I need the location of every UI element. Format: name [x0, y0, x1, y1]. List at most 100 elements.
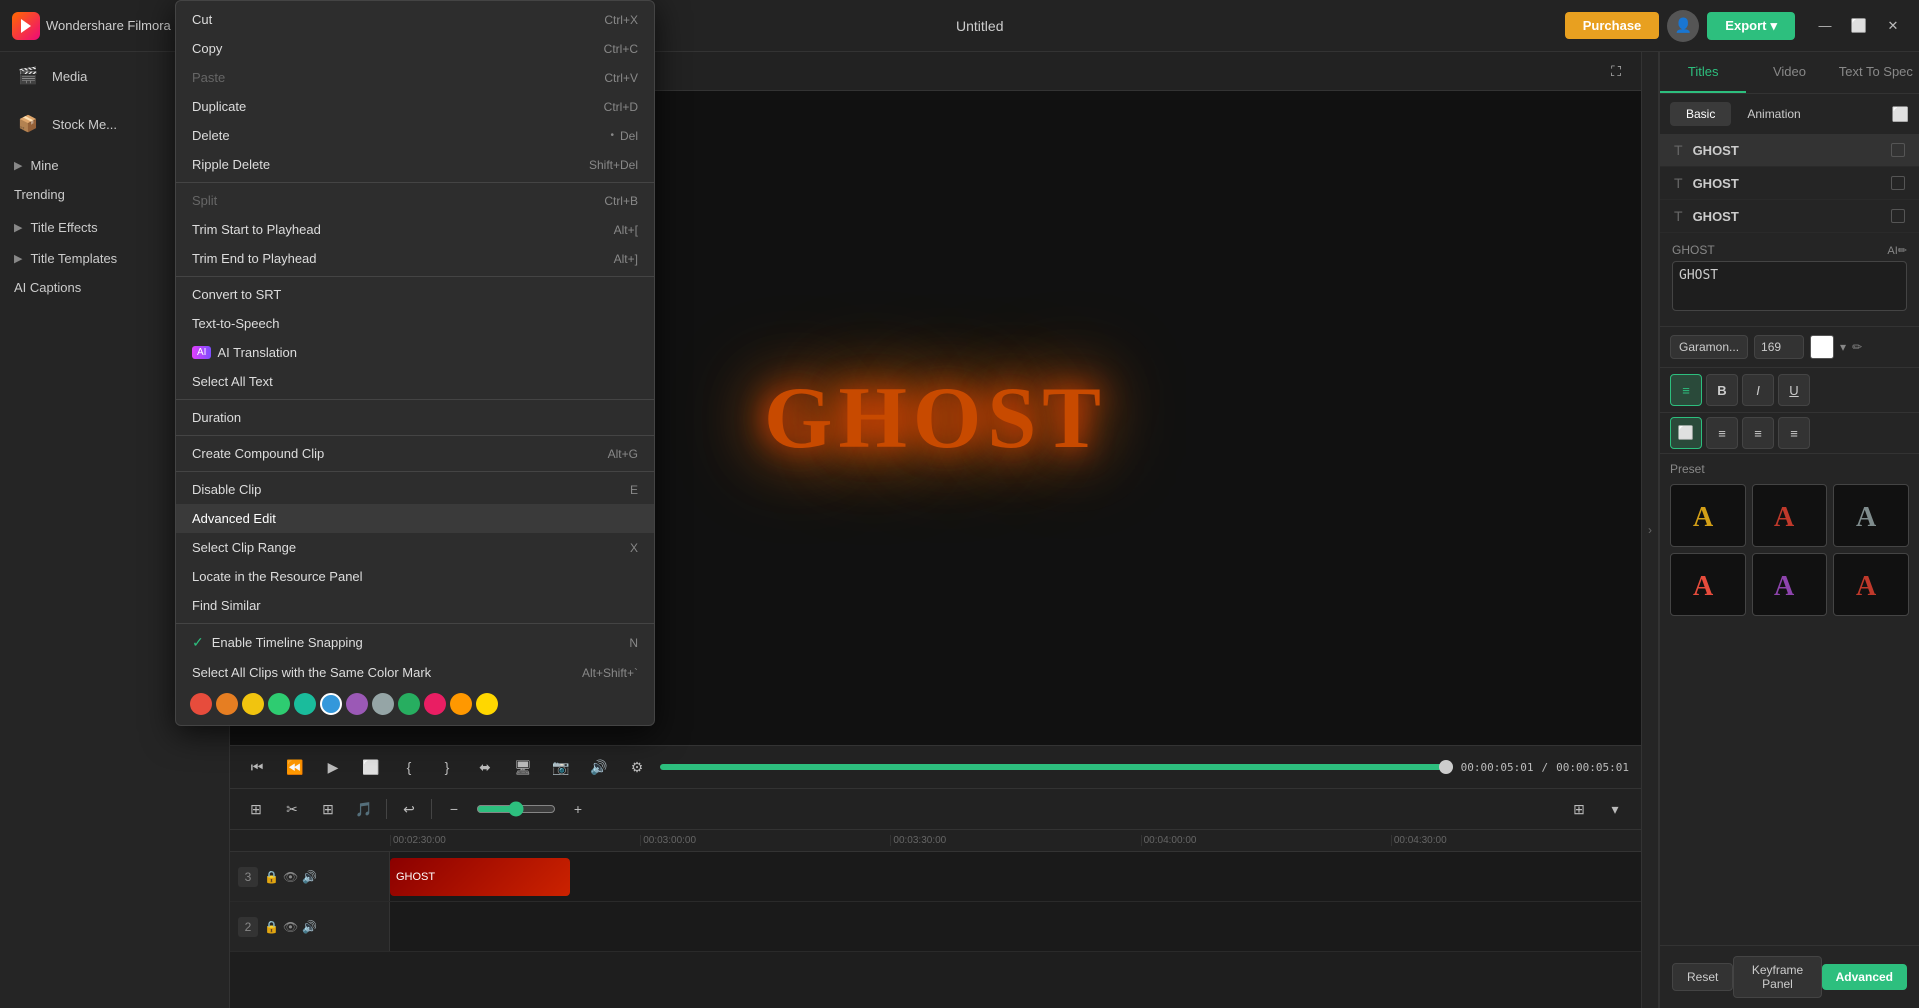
- track-volume-icon[interactable]: 🔊: [302, 870, 317, 884]
- ctx-ai-translation[interactable]: AI AI Translation: [176, 338, 654, 367]
- mark-out-button[interactable]: }: [432, 752, 462, 782]
- ctx-cut[interactable]: Cut Ctrl+X: [176, 5, 654, 34]
- preset-item-3[interactable]: A: [1833, 484, 1909, 547]
- track-volume-icon-2[interactable]: 🔊: [302, 920, 317, 934]
- italic-button[interactable]: I: [1742, 374, 1774, 406]
- skip-back-button[interactable]: ⏮: [242, 752, 272, 782]
- color-mark-teal[interactable]: [294, 693, 316, 715]
- align-center-button[interactable]: ≡: [1706, 417, 1738, 449]
- split-button[interactable]: ⬌: [470, 752, 500, 782]
- font-color-swatch[interactable]: [1810, 335, 1834, 359]
- ctx-select-clip-range[interactable]: Select Clip Range X: [176, 533, 654, 562]
- color-mark-purple[interactable]: [346, 693, 368, 715]
- color-mark-orange[interactable]: [216, 693, 238, 715]
- color-chevron-icon[interactable]: ▾: [1840, 340, 1846, 354]
- zoom-in-icon[interactable]: +: [564, 795, 592, 823]
- ctx-convert-srt[interactable]: Convert to SRT: [176, 280, 654, 309]
- panel-collapse-handle[interactable]: ›: [1641, 52, 1659, 1008]
- ctx-trim-end[interactable]: Trim End to Playhead Alt+]: [176, 244, 654, 273]
- color-mark-pink[interactable]: [424, 693, 446, 715]
- settings-playback-icon[interactable]: ⚙: [622, 752, 652, 782]
- color-mark-green[interactable]: [268, 693, 290, 715]
- font-family-select[interactable]: Garamon...: [1670, 335, 1748, 359]
- audio-track-icon[interactable]: 🎵: [350, 795, 378, 823]
- ctx-enable-snapping[interactable]: ✓ Enable Timeline Snapping N: [176, 627, 654, 658]
- close-button[interactable]: ✕: [1879, 12, 1907, 40]
- split-track-icon[interactable]: ✂: [278, 795, 306, 823]
- preset-item-5[interactable]: A: [1752, 553, 1828, 616]
- ctx-advanced-edit[interactable]: Advanced Edit: [176, 504, 654, 533]
- keyframe-panel-button[interactable]: Keyframe Panel: [1733, 956, 1821, 998]
- undo-icon[interactable]: ↩: [395, 795, 423, 823]
- mark-in-button[interactable]: {: [394, 752, 424, 782]
- ctx-tts[interactable]: Text-to-Speech: [176, 309, 654, 338]
- color-mark-yellow[interactable]: [242, 693, 264, 715]
- title-checkbox-1[interactable]: [1891, 143, 1905, 157]
- list-item[interactable]: T GHOST: [1660, 134, 1919, 167]
- progress-bar[interactable]: [660, 764, 1453, 770]
- preset-item-1[interactable]: A: [1670, 484, 1746, 547]
- align-left-button[interactable]: ⬜: [1670, 417, 1702, 449]
- purchase-button[interactable]: Purchase: [1565, 12, 1660, 39]
- audio-button[interactable]: 🔊: [584, 752, 614, 782]
- tab-basic[interactable]: Basic: [1670, 102, 1731, 126]
- advanced-button[interactable]: Advanced: [1822, 964, 1907, 990]
- tab-titles[interactable]: Titles: [1660, 52, 1746, 93]
- color-mark-dark-green[interactable]: [398, 693, 420, 715]
- color-mark-gold[interactable]: [476, 693, 498, 715]
- tab-video[interactable]: Video: [1746, 52, 1832, 93]
- crop-button[interactable]: ⬜: [356, 752, 386, 782]
- text-editor[interactable]: GHOST: [1672, 261, 1907, 311]
- play-button[interactable]: ▶: [318, 752, 348, 782]
- ai-edit-icon[interactable]: AI✏: [1887, 244, 1907, 257]
- list-item[interactable]: T GHOST: [1660, 200, 1919, 233]
- title-checkbox-2[interactable]: [1891, 176, 1905, 190]
- align-right-button[interactable]: ≡: [1742, 417, 1774, 449]
- color-mark-gray[interactable]: [372, 693, 394, 715]
- maximize-button[interactable]: ⬜: [1845, 12, 1873, 40]
- color-mark-red[interactable]: [190, 693, 212, 715]
- track-content-2[interactable]: [390, 902, 1641, 951]
- fullscreen-icon[interactable]: ⛶: [1603, 58, 1629, 84]
- title-checkbox-3[interactable]: [1891, 209, 1905, 223]
- avatar[interactable]: 👤: [1667, 10, 1699, 42]
- ctx-select-all-text[interactable]: Select All Text: [176, 367, 654, 396]
- ctx-ripple-delete[interactable]: Ripple Delete Shift+Del: [176, 150, 654, 179]
- color-mark-blue[interactable]: [320, 693, 342, 715]
- font-size-input[interactable]: 169: [1754, 335, 1804, 359]
- color-mark-amber[interactable]: [450, 693, 472, 715]
- step-back-button[interactable]: ⏪: [280, 752, 310, 782]
- ctx-delete[interactable]: Delete •Del: [176, 121, 654, 150]
- ctx-create-compound[interactable]: Create Compound Clip Alt+G: [176, 439, 654, 468]
- reset-button[interactable]: Reset: [1672, 963, 1733, 991]
- ctx-copy[interactable]: Copy Ctrl+C: [176, 34, 654, 63]
- ctx-duration[interactable]: Duration: [176, 403, 654, 432]
- grid-layout-icon[interactable]: ⊞: [1565, 795, 1593, 823]
- preset-item-6[interactable]: A: [1833, 553, 1909, 616]
- list-item[interactable]: T GHOST: [1660, 167, 1919, 200]
- track-eye-icon-2[interactable]: 👁: [283, 920, 298, 934]
- color-eyedropper-icon[interactable]: ✏: [1852, 340, 1862, 354]
- underline-button[interactable]: U: [1778, 374, 1810, 406]
- tab-animation[interactable]: Animation: [1731, 102, 1816, 126]
- ctx-locate-resource[interactable]: Locate in the Resource Panel: [176, 562, 654, 591]
- add-track-icon[interactable]: ⊞: [242, 795, 270, 823]
- justify-button[interactable]: ≡: [1778, 417, 1810, 449]
- track-clip[interactable]: GHOST: [390, 858, 570, 896]
- minimize-button[interactable]: —: [1811, 12, 1839, 40]
- bold-button[interactable]: B: [1706, 374, 1738, 406]
- preset-item-2[interactable]: A: [1752, 484, 1828, 547]
- snapshot-button[interactable]: 📷: [546, 752, 576, 782]
- track-eye-icon[interactable]: 👁: [283, 870, 298, 884]
- more-icon[interactable]: ▾: [1601, 795, 1629, 823]
- zoom-out-icon[interactable]: −: [440, 795, 468, 823]
- expand-icon[interactable]: ⬜: [1892, 106, 1909, 123]
- track-content-3[interactable]: GHOST: [390, 852, 1641, 901]
- ctx-select-same-color[interactable]: Select All Clips with the Same Color Mar…: [176, 658, 654, 687]
- track-lock-icon[interactable]: 🔒: [264, 870, 279, 884]
- ctx-duplicate[interactable]: Duplicate Ctrl+D: [176, 92, 654, 121]
- ctx-trim-start[interactable]: Trim Start to Playhead Alt+[: [176, 215, 654, 244]
- ripple-icon[interactable]: ⊞: [314, 795, 342, 823]
- track-lock-icon-2[interactable]: 🔒: [264, 920, 279, 934]
- tab-text-to-speech[interactable]: Text To Spec: [1833, 52, 1919, 93]
